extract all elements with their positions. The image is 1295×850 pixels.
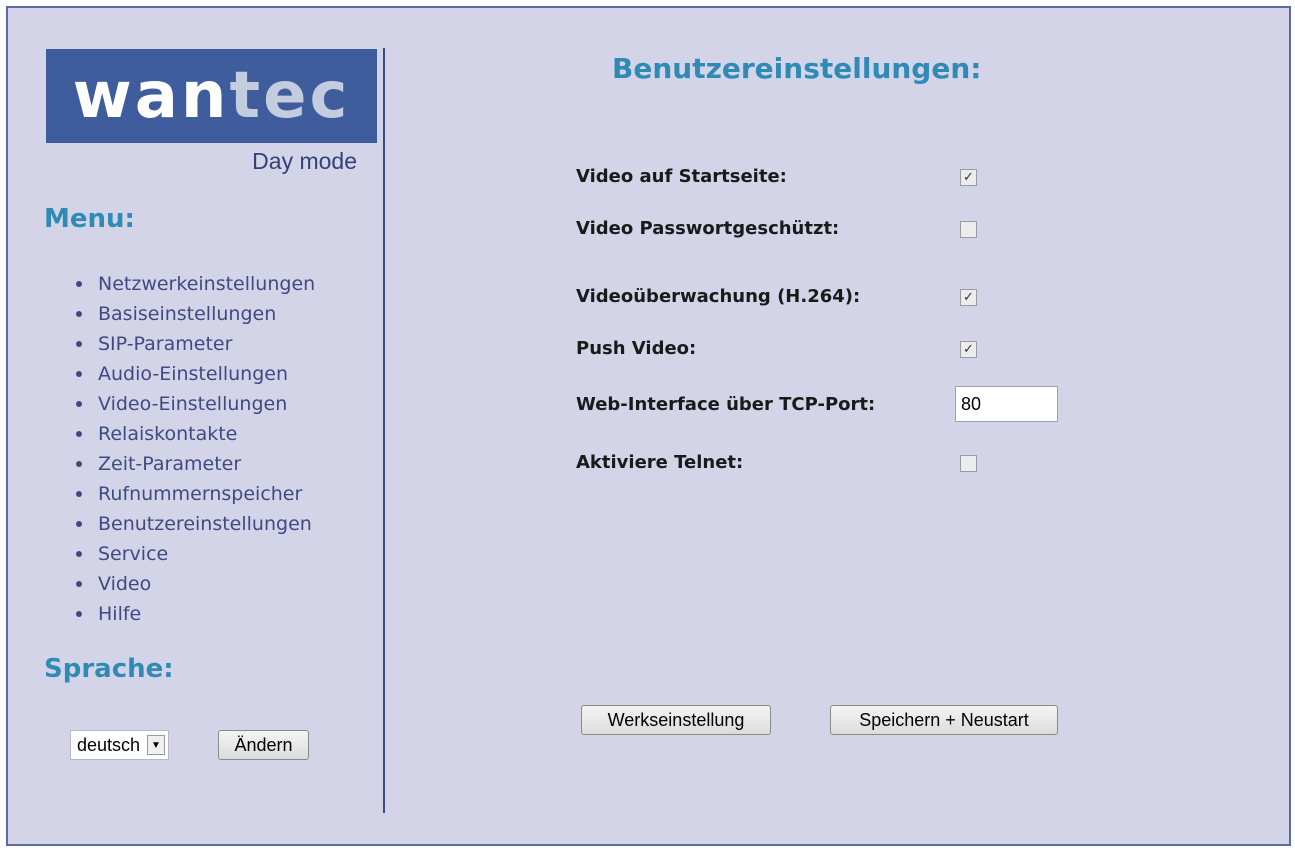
menu-item-video[interactable]: Video (76, 569, 315, 599)
checkbox-videoueberwachung[interactable]: ✓ (960, 289, 977, 306)
page-frame: wan tec Day mode Menu: Netzwerkeinstellun… (6, 6, 1291, 846)
checkbox-video-passwort[interactable] (960, 221, 977, 238)
mode-indicator: Day mode (252, 148, 357, 174)
sidebar: wan tec Day mode Menu: Netzwerkeinstellun… (8, 8, 384, 844)
menu-item-sip-parameter[interactable]: SIP-Parameter (76, 329, 315, 359)
bullet-icon (76, 461, 82, 467)
chevron-down-icon[interactable]: ▼ (147, 735, 165, 755)
bullet-icon (76, 551, 82, 557)
factory-reset-button[interactable]: Werkseinstellung (581, 705, 771, 735)
menu-item-basiseinstellungen[interactable]: Basiseinstellungen (76, 299, 315, 329)
checkbox-push-video[interactable]: ✓ (960, 341, 977, 358)
bullet-icon (76, 521, 82, 527)
menu-item-audio-einstellungen[interactable]: Audio-Einstellungen (76, 359, 315, 389)
checkbox-video-startseite[interactable]: ✓ (960, 169, 977, 186)
menu-item-benutzereinstellungen[interactable]: Benutzereinstellungen (76, 509, 315, 539)
menu-heading: Menu: (44, 204, 135, 234)
menu-item-relaiskontakte[interactable]: Relaiskontakte (76, 419, 315, 449)
save-restart-button[interactable]: Speichern + Neustart (830, 705, 1058, 735)
language-heading: Sprache: (44, 654, 174, 684)
bullet-icon (76, 341, 82, 347)
change-language-button[interactable]: Ändern (218, 730, 309, 760)
menu-item-zeit-parameter[interactable]: Zeit-Parameter (76, 449, 315, 479)
bullet-icon (76, 581, 82, 587)
menu-item-hilfe[interactable]: Hilfe (76, 599, 315, 629)
label-videoueberwachung: Videoüberwachung (H.264): (576, 286, 861, 307)
bullet-icon (76, 311, 82, 317)
label-video-startseite: Video auf Startseite: (576, 166, 787, 187)
tcp-port-input[interactable]: 80 (955, 386, 1058, 422)
language-select[interactable]: deutsch ▼ (70, 730, 169, 760)
menu-item-service[interactable]: Service (76, 539, 315, 569)
checkbox-telnet[interactable] (960, 455, 977, 472)
bullet-icon (76, 491, 82, 497)
bullet-icon (76, 611, 82, 617)
label-tcp-port: Web-Interface über TCP-Port: (576, 394, 876, 415)
menu-item-rufnummernspeicher[interactable]: Rufnummernspeicher (76, 479, 315, 509)
label-push-video: Push Video: (576, 338, 697, 359)
language-select-value: deutsch (77, 734, 141, 755)
bullet-icon (76, 431, 82, 437)
label-video-passwort: Video Passwortgeschützt: (576, 218, 840, 239)
wantec-logo: wan tec (46, 49, 377, 143)
menu-item-video-einstellungen[interactable]: Video-Einstellungen (76, 389, 315, 419)
menu-item-netzwerkeinstellungen[interactable]: Netzwerkeinstellungen (76, 269, 315, 299)
bullet-icon (76, 281, 82, 287)
logo-text-tec: tec (229, 59, 351, 133)
bullet-icon (76, 371, 82, 377)
menu-list: Netzwerkeinstellungen Basiseinstellungen… (76, 269, 315, 629)
sidebar-divider (383, 48, 385, 813)
bullet-icon (76, 401, 82, 407)
label-telnet: Aktiviere Telnet: (576, 452, 744, 473)
logo-text-wan: wan (72, 59, 230, 133)
page-title: Benutzereinstellungen: (612, 52, 982, 85)
